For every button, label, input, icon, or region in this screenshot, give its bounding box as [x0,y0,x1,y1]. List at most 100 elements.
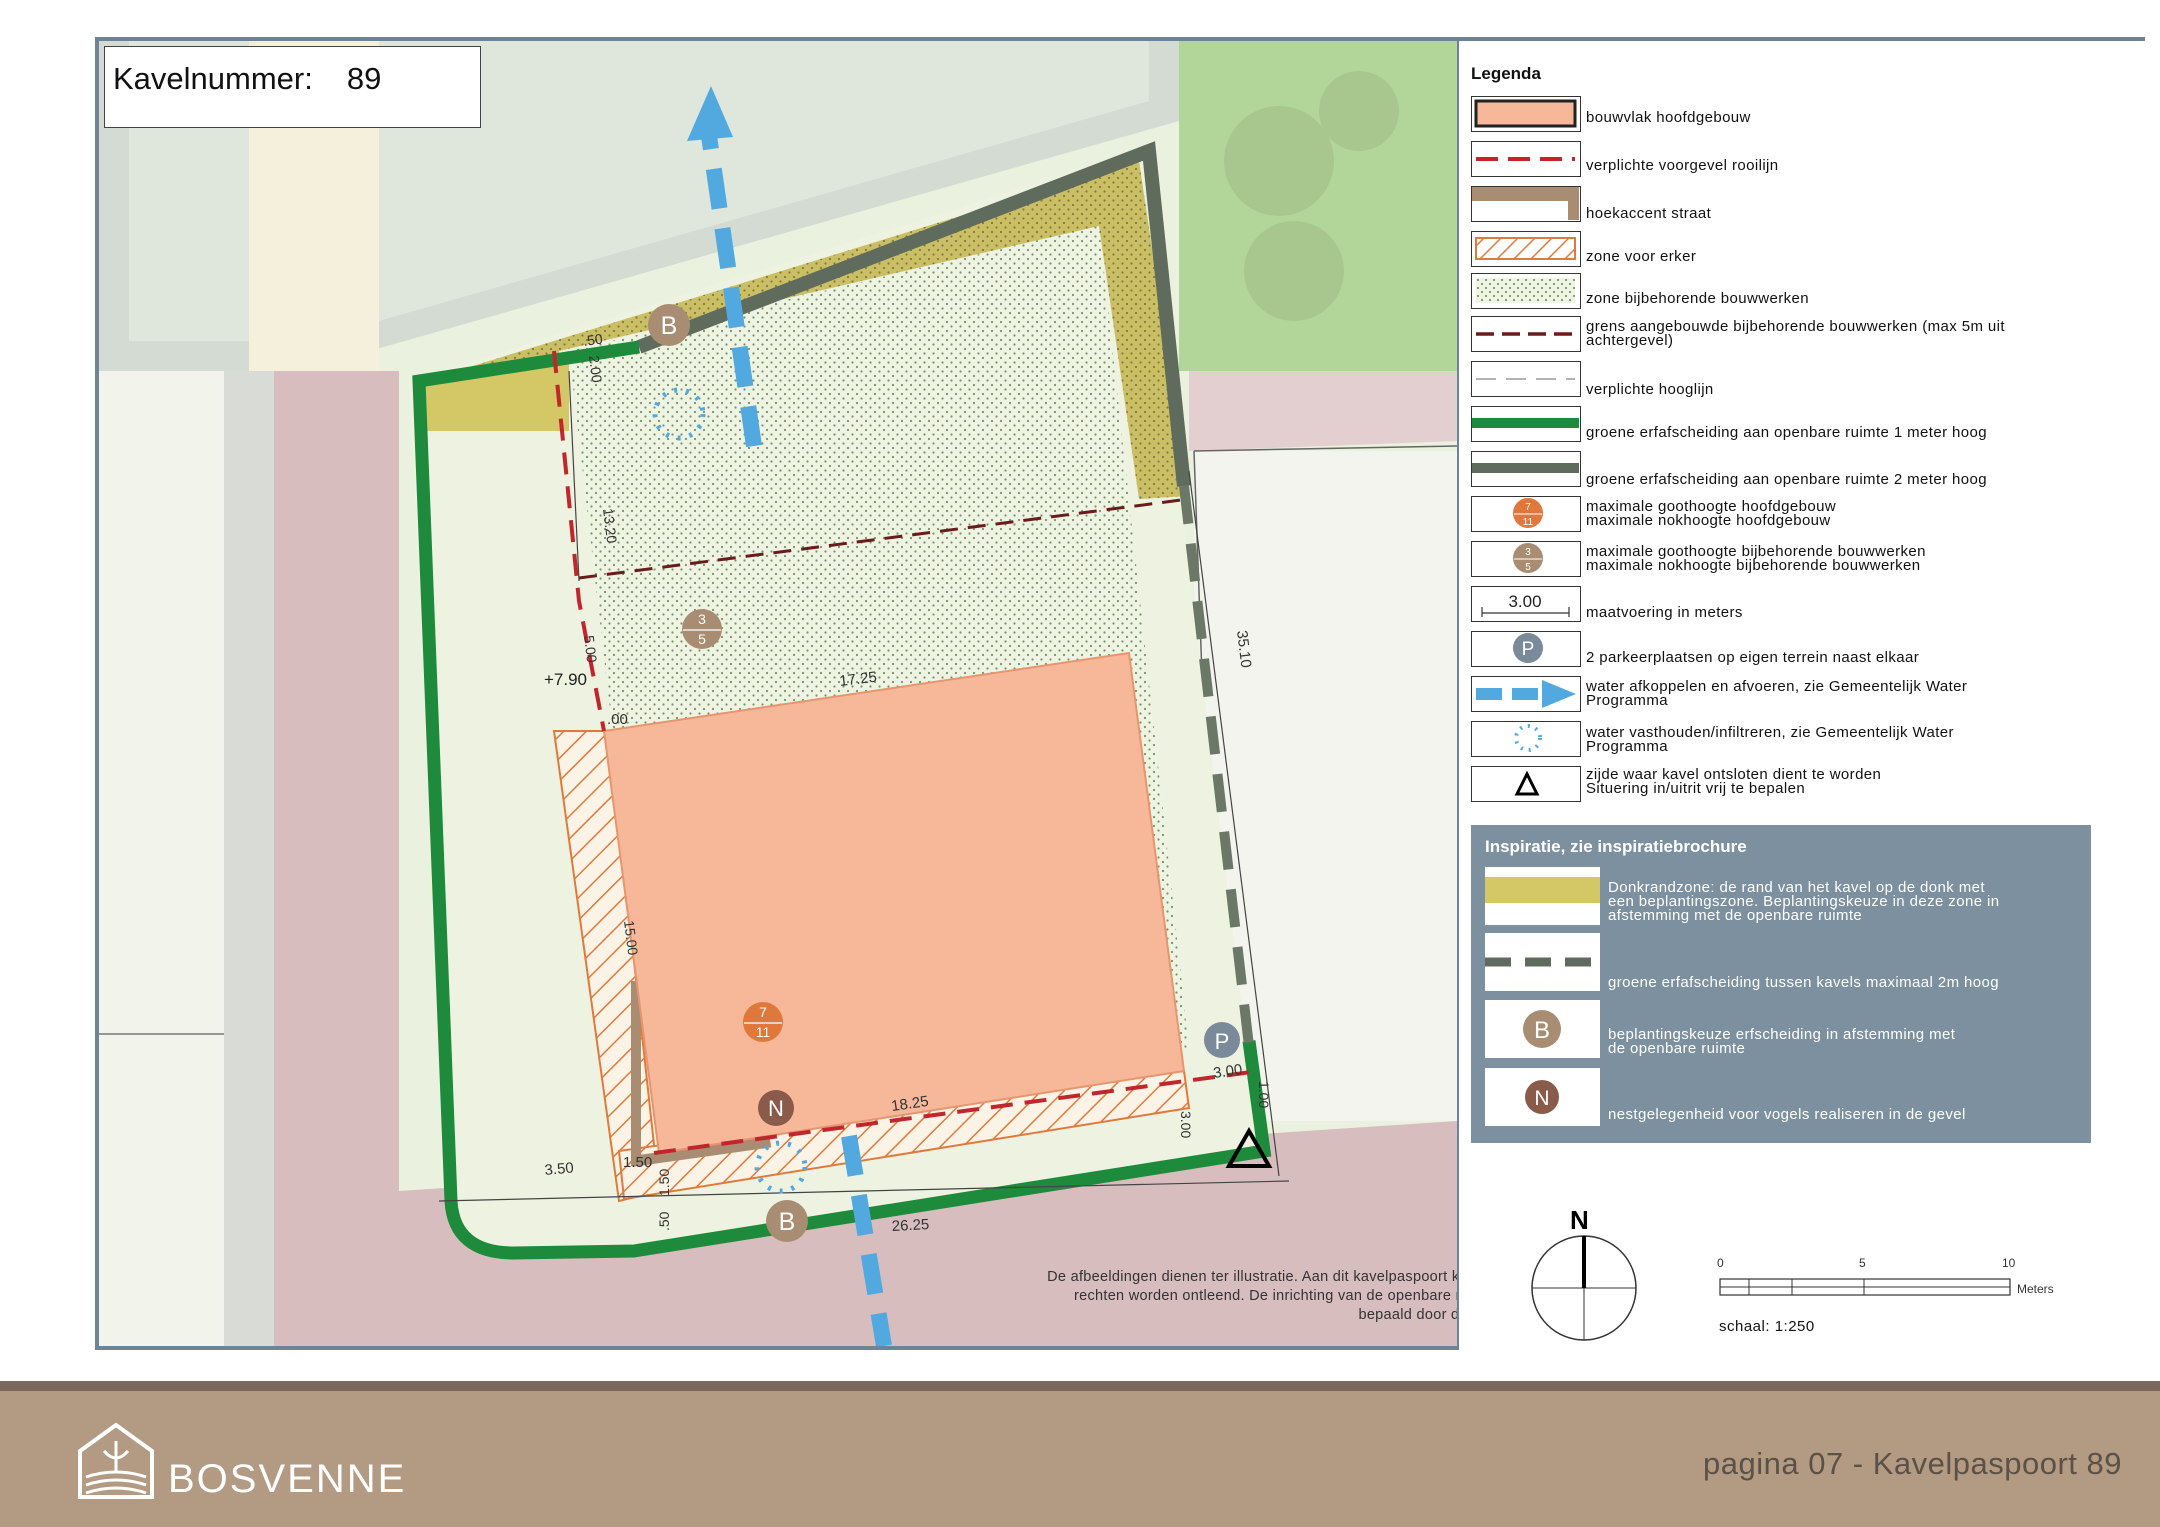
scale-text: schaal: 1:250 [1719,1318,1815,1335]
svg-text:3: 3 [698,611,706,627]
legend-text: grens aangebouwde bijbehorende bouwwerke… [1586,318,2005,349]
legend-text: verplichte voorgevel rooilijn [1586,157,1779,174]
legend-item-bijhoogte: 35 maximale goothoogte bijbehorende bouw… [1471,541,2121,579]
scale-unit: Meters [2017,1282,2054,1296]
swatch-hoekaccent [1471,186,1581,222]
inspiratie-text: groene erfafscheiding tussen kavels maxi… [1608,974,2000,991]
legend-item-hoofdhoogte: 7 11 maximale goothoogte hoofdgebouw maxi… [1471,496,2121,534]
dim-00: .00 [607,711,628,728]
inspiratie-box: Inspiratie, zie inspiratiebrochure Donkr… [1471,825,2091,1143]
bij-height-marker: 3 5 [682,609,722,649]
legend-text: zone voor erker [1586,248,1697,265]
legend-item-erker: zone voor erker [1471,231,2121,269]
page-label: pagina 07 - Kavelpaspoort 89 [1702,1446,2122,1481]
park-area [1179,41,1457,371]
swatch-tussen [1485,933,1600,991]
legend-text: groene erfafscheiding aan openbare ruimt… [1586,424,1988,441]
swatch-groen1 [1471,406,1581,442]
legend-item-bouwvlak: bouwvlak hoofdgebouw [1471,96,2121,134]
legend-item-groen1: groene erfafscheiding aan openbare ruimt… [1471,406,2121,444]
legend-item-hoekaccent: hoekaccent straat [1471,186,2121,224]
kavel-label: Kavelnummer: [113,61,313,96]
tree-canopy [1319,71,1399,151]
legend-item-grens: grens aangebouwde bijbehorende bouwwerke… [1471,316,2121,354]
scale-tick: 5 [1859,1256,1866,1270]
parking-marker: P [1204,1022,1240,1058]
beplanting-marker-bottom: B [766,1200,808,1242]
swatch-bijbehorend [1471,273,1581,309]
north-arrow-icon [1531,1235,1637,1341]
beplanting-marker-top: B [648,304,690,346]
north-label: N [1570,1205,1589,1235]
bosvenne-logo-icon [78,1422,154,1499]
swatch-parkeren: P [1471,631,1581,667]
legend-text: hoekaccent straat [1586,205,1712,222]
map-frame: B B N P 3 5 7 11 +7.90 17.25 .00 35.10 .… [95,37,2147,1350]
legend-text: groene erfafscheiding aan openbare ruimt… [1586,471,1988,488]
legend-text: verplichte hooglijn [1586,381,1714,398]
dim-50: .50 [582,330,604,349]
dim-5-00: 5.00 [581,634,600,663]
swatch-donkrand [1485,867,1600,925]
dim-2-00: 2.00 [586,354,605,383]
svg-text:5: 5 [1525,562,1531,573]
svg-text:P: P [1215,1029,1230,1054]
inspiratie-text: Donkrandzone: de rand van het kavel op d… [1608,879,2000,924]
swatch-hoogtelijn [1471,361,1581,397]
legend-item-groen2: groene erfafscheiding aan openbare ruimt… [1471,451,2121,489]
scale-tick: 0 [1717,1256,1724,1270]
svg-text:3.00: 3.00 [1508,592,1541,611]
kavel-number-box: Kavelnummer: 89 [104,46,481,128]
brand-name: BOSVENNE [168,1457,407,1501]
svg-text:B: B [661,312,678,340]
left-lot [99,371,224,1346]
swatch-grens [1471,316,1581,352]
svg-text:7: 7 [1525,502,1531,513]
footer: BOSVENNE pagina 07 - Kavelpaspoort 89 [0,1381,2160,1527]
swatch-beplanting: B [1485,1000,1600,1058]
height-label: +7.90 [544,670,587,689]
inspiratie-text: beplantingskeuze erfscheiding in afstemm… [1608,1026,1956,1057]
site-plan-map: B B N P 3 5 7 11 +7.90 17.25 .00 35.10 .… [99,41,1457,1346]
legend-item-ontsluiting: zijde waar kavel ontsloten dient te word… [1471,766,2121,804]
svg-text:B: B [779,1208,796,1236]
legend-item-afkoppelen: water afkoppelen en afvoeren, zie Gemeen… [1471,676,2121,714]
tree-canopy [1244,221,1344,321]
swatch-ontsluiting [1471,766,1581,802]
scale-bar: 0 5 10 Meters schaal: 1:250 [1717,1256,2054,1346]
nest-marker: N [758,1090,794,1126]
dim-1-00: 1.00 [1256,1081,1272,1108]
legend-title: Legenda [1471,64,1541,83]
legend-text: 2 parkeerplaatsen op eigen terrein naast… [1586,649,1920,666]
legend-text: water vasthouden/infiltreren, zie Gemeen… [1586,724,1954,755]
svg-text:5: 5 [698,631,706,647]
legend-item-vasthouden: water vasthouden/infiltreren, zie Gemeen… [1471,721,2121,759]
dim-1-50: 1.50 [656,1169,672,1196]
legend-text: bouwvlak hoofdgebouw [1586,109,1751,126]
inspiratie-title: Inspiratie, zie inspiratiebrochure [1485,837,1747,856]
legend-text: zone bijbehorende bouwwerken [1586,290,1810,307]
legend-item-hoogtelijn: verplichte hooglijn [1471,361,2121,399]
dim-1-50: 1.50 [623,1154,652,1171]
svg-text:B: B [1534,1017,1550,1044]
dim-50: .50 [656,1211,672,1231]
dim-3-00: 3.00 [1178,1111,1194,1138]
kavel-number: 89 [346,61,382,96]
dim-26-25: 26.25 [891,1216,929,1235]
legend-text: zijde waar kavel ontsloten dient te word… [1586,766,1882,797]
svg-text:11: 11 [1523,517,1534,528]
swatch-afkoppelen [1471,676,1581,712]
svg-text:7: 7 [759,1004,767,1020]
disclaimer-text: De afbeeldingen dienen ter illustratie. … [759,1268,1539,1325]
road-right [1189,371,1457,451]
tree-canopy [1224,106,1334,216]
legend-item-rooilijn: verplichte voorgevel rooilijn [1471,141,2121,179]
legend-item-parkeren: P 2 parkeerplaatsen op eigen terrein naa… [1471,631,2121,669]
legend-item-bijbehorend: zone bijbehorende bouwwerken [1471,273,2121,311]
swatch-bouwvlak [1471,96,1581,132]
swatch-vasthouden [1471,721,1581,757]
bouwvlak-hoofdgebouw [602,651,1186,1155]
scale-tick: 10 [2002,1256,2016,1270]
legend-text: maximale goothoogte bijbehorende bouwwer… [1586,543,1926,574]
legend-text: water afkoppelen en afvoeren, zie Gemeen… [1586,678,1968,709]
